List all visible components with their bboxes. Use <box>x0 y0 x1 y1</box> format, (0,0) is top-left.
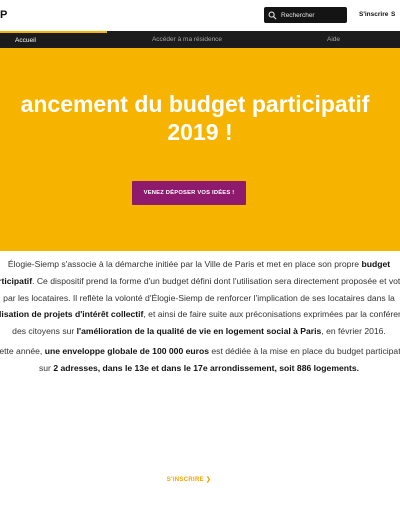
intro-text: Élogie-Siemp s'associe à la démarche ini… <box>0 256 400 377</box>
intro-paragraph-1: Élogie-Siemp s'associe à la démarche ini… <box>0 259 400 337</box>
tab-accueil[interactable]: Accueil <box>0 31 107 48</box>
search-placeholder: Rechercher <box>281 11 315 19</box>
hero-title-line1: ancement du budget participatif <box>20 91 370 117</box>
signup-link-header[interactable]: S'inscrire <box>359 11 388 18</box>
top-bar: P Rechercher S'inscrire S <box>0 0 400 31</box>
hero-banner: ancement du budget participatif 2019 ! V… <box>0 48 400 251</box>
search-icon <box>268 11 277 19</box>
signup-link[interactable]: S'INSCRIRE ❯ <box>0 476 378 483</box>
intro-paragraph-2: Cette année, une enveloppe globale de 10… <box>0 345 400 373</box>
tab-acceder-residence[interactable]: Accéder à ma résidence <box>107 31 267 48</box>
submit-ideas-button[interactable]: VENEZ DÉPOSER VOS IDÉES ! <box>132 181 246 205</box>
search-input[interactable]: Rechercher <box>264 7 347 23</box>
logo[interactable]: P <box>0 9 7 21</box>
tab-aide[interactable]: Aide <box>267 31 400 48</box>
main-nav: Accueil Accéder à ma résidence Aide <box>0 31 400 48</box>
login-link-header[interactable]: S <box>391 11 395 18</box>
hero-title-line2: 2019 ! <box>167 119 233 145</box>
